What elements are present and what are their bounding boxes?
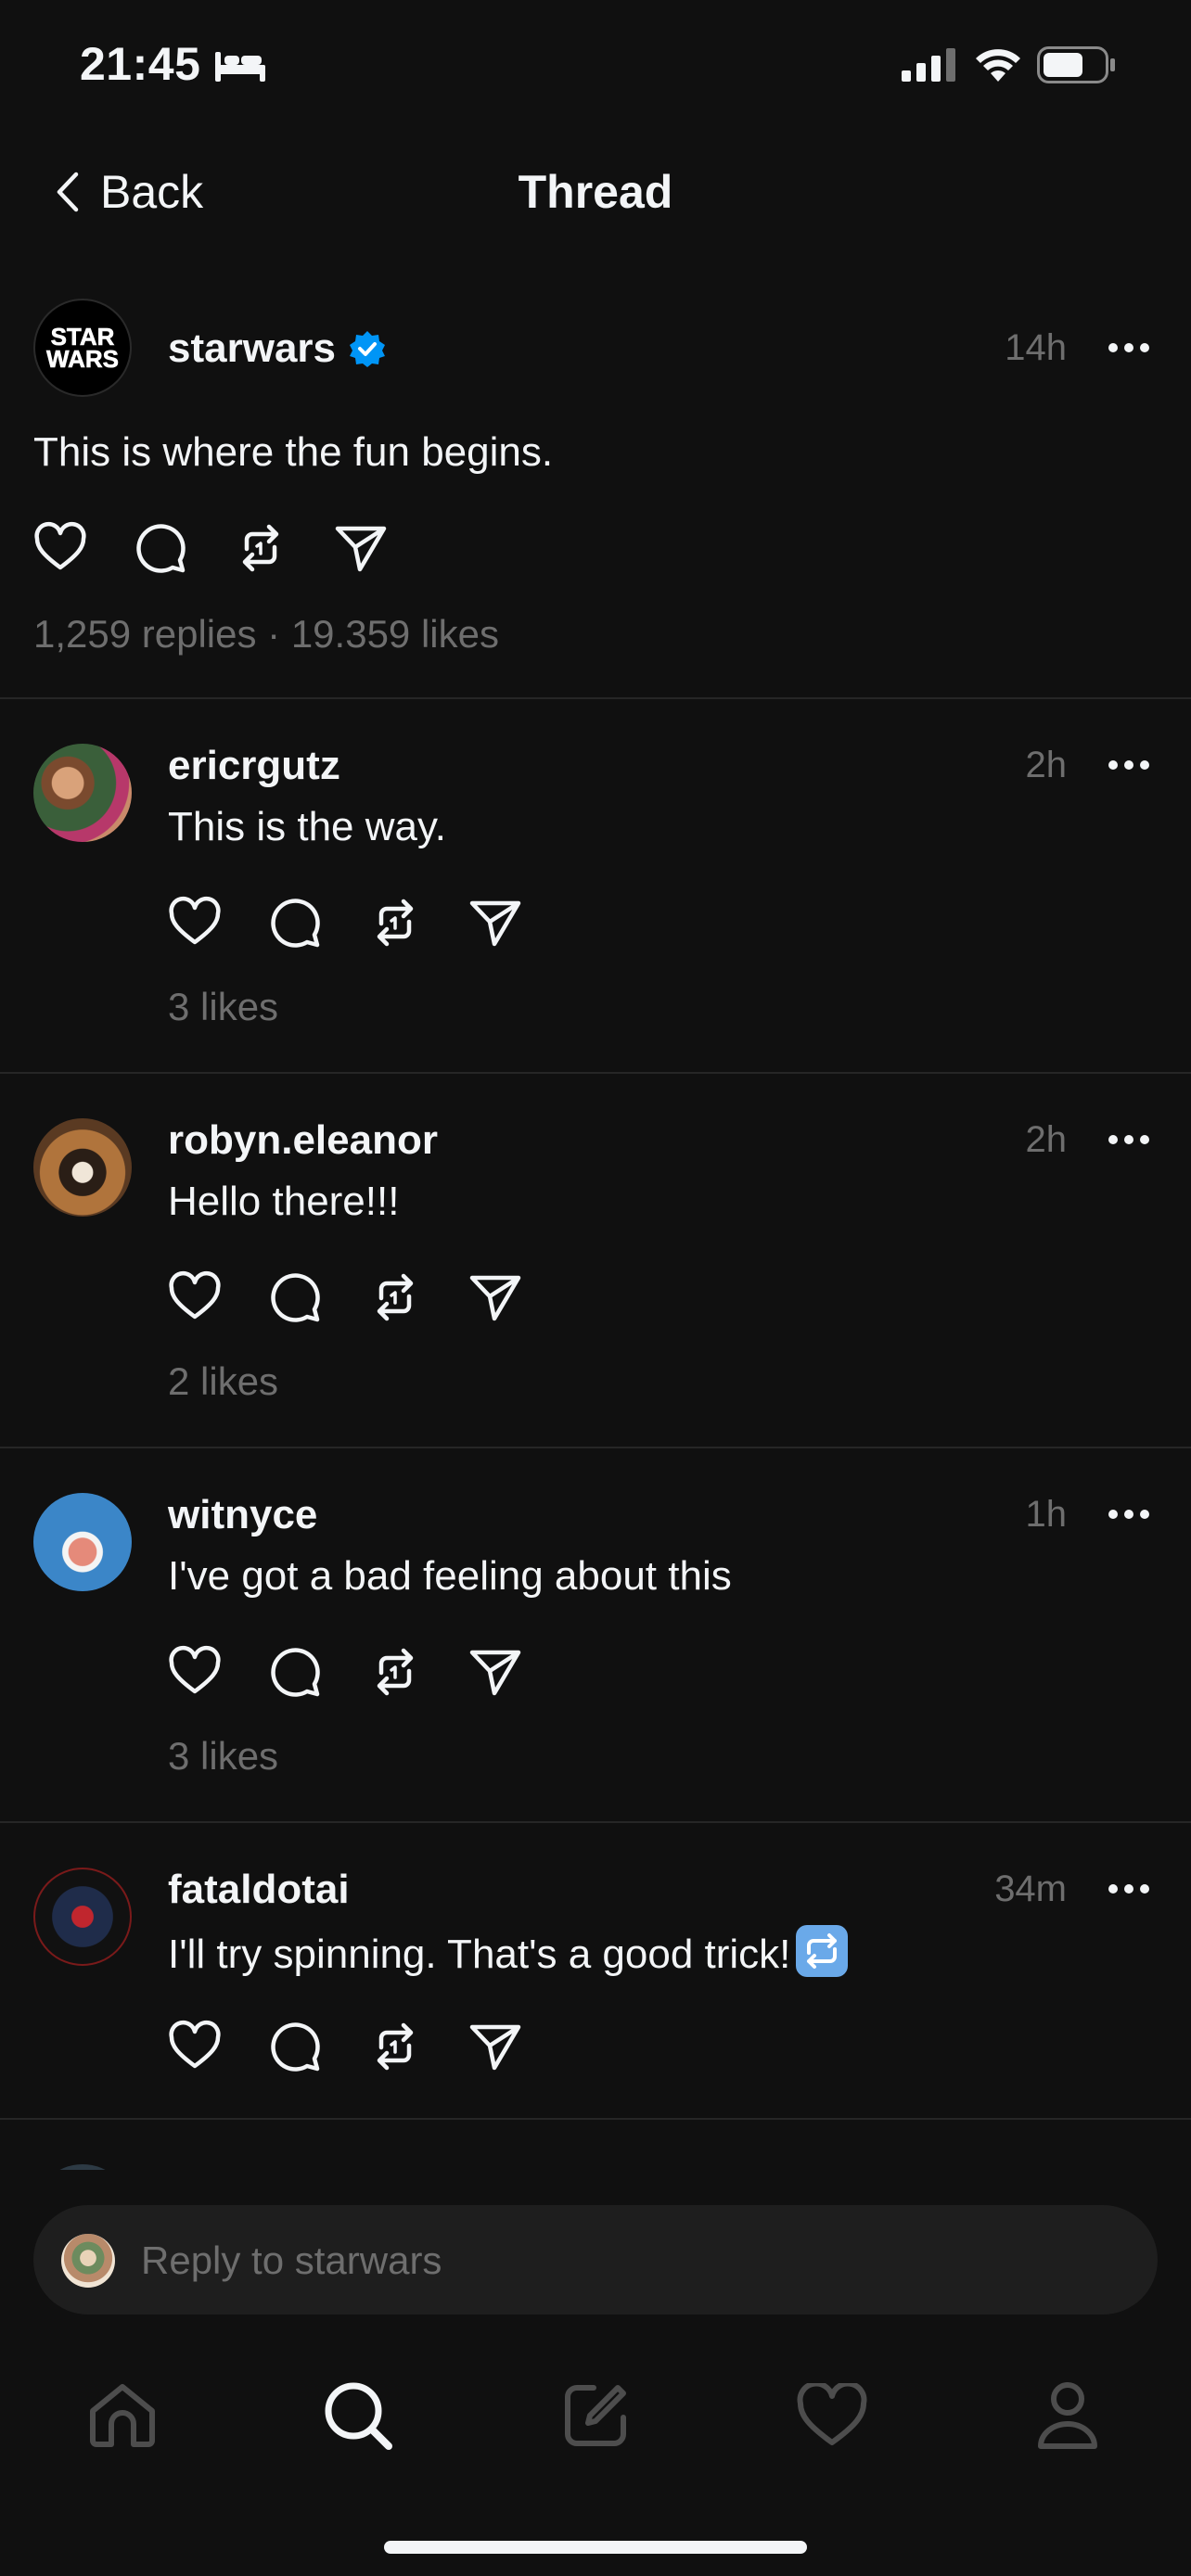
username[interactable]: starwars [168, 325, 336, 373]
likes-count[interactable]: 2 likes [168, 1358, 278, 1406]
avatar[interactable]: STAR WARS [33, 299, 132, 397]
more-options-button[interactable] [1108, 1505, 1151, 1524]
likes-count[interactable]: 3 likes [168, 983, 278, 1031]
share-icon[interactable] [468, 1645, 522, 1699]
comment-icon[interactable] [134, 521, 187, 575]
tab-search[interactable] [316, 2374, 400, 2457]
avatar[interactable] [33, 744, 132, 842]
repeat-emoji-icon [796, 1925, 849, 1977]
next-reply-peek [0, 2120, 1191, 2174]
action-row [168, 896, 522, 950]
post-text: This is where the fun begins. [33, 429, 554, 475]
reply-input[interactable] [139, 2232, 1117, 2289]
tab-activity[interactable] [790, 2374, 874, 2457]
original-post: STAR WARS starwars 14h This is where the… [0, 278, 1191, 699]
repost-icon[interactable] [368, 1270, 422, 1324]
reply-post: witnyce 1h I've got a bad feeling about … [0, 1448, 1191, 1823]
repost-icon[interactable] [368, 896, 422, 950]
share-icon[interactable] [468, 2020, 522, 2073]
action-row [168, 2020, 522, 2073]
post-stats[interactable]: 1,259 replies · 19.359 likes [33, 610, 499, 658]
username[interactable]: fataldotai [168, 1866, 350, 1914]
bed-icon [215, 52, 265, 82]
action-row [168, 1645, 522, 1699]
avatar [61, 2234, 115, 2288]
more-options-button[interactable] [1108, 756, 1151, 774]
star-wars-logo: STAR WARS [46, 323, 120, 374]
post-time: 1h [1025, 1494, 1068, 1535]
cellular-signal-icon [902, 48, 955, 82]
heart-icon[interactable] [168, 2020, 222, 2073]
nav-bar: Back Thread [0, 139, 1191, 246]
heart-icon[interactable] [168, 1645, 222, 1699]
post-text: I've got a bad feeling about this [168, 1553, 732, 1599]
tab-profile[interactable] [1026, 2374, 1109, 2457]
username[interactable]: robyn.eleanor [168, 1116, 438, 1165]
comment-icon[interactable] [268, 2020, 322, 2073]
profile-icon [1038, 2382, 1097, 2449]
share-icon[interactable] [334, 521, 388, 575]
more-options-button[interactable] [1108, 338, 1151, 357]
action-row [33, 521, 388, 575]
wifi-icon [976, 49, 1020, 82]
share-icon[interactable] [468, 896, 522, 950]
likes-count[interactable]: 3 likes [168, 1732, 278, 1780]
reply-composer[interactable] [33, 2205, 1158, 2315]
more-options-button[interactable] [1108, 1130, 1151, 1149]
list-bottom-edge [0, 2170, 1191, 2174]
post-time: 34m [994, 1868, 1067, 1909]
share-icon[interactable] [468, 1270, 522, 1324]
repost-icon[interactable] [368, 2020, 422, 2073]
post-time: 2h [1025, 745, 1068, 785]
post-text: I'll try spinning. That's a good trick! [168, 1925, 849, 1981]
compose-icon [565, 2385, 626, 2446]
repost-icon[interactable] [368, 1645, 422, 1699]
post-text-content: I'll try spinning. That's a good trick! [168, 1932, 791, 1977]
comment-icon[interactable] [268, 1645, 322, 1699]
battery-icon [1037, 46, 1115, 83]
comment-icon[interactable] [268, 896, 322, 950]
post-time: 2h [1025, 1119, 1068, 1160]
post-text: Hello there!!! [168, 1179, 400, 1224]
search-icon [325, 2382, 392, 2450]
verified-badge-icon [350, 331, 385, 367]
reply-post: ericrgutz 2h This is the way. 3 likes [0, 699, 1191, 1074]
tab-bar [0, 2355, 1191, 2485]
heart-icon[interactable] [33, 521, 87, 575]
heart-icon [797, 2383, 867, 2445]
avatar[interactable] [33, 1868, 132, 1966]
post-time: 14h [1005, 327, 1067, 368]
svg-text:WARS: WARS [46, 345, 119, 373]
heart-icon[interactable] [168, 896, 222, 950]
heart-icon[interactable] [168, 1270, 222, 1324]
comment-icon[interactable] [268, 1270, 322, 1324]
action-row [168, 1270, 522, 1324]
reply-post: robyn.eleanor 2h Hello there!!! 2 likes [0, 1074, 1191, 1448]
more-options-button[interactable] [1108, 1880, 1151, 1898]
status-bar: 21:45 [0, 0, 1191, 139]
home-indicator[interactable] [384, 2541, 807, 2554]
home-icon [90, 2384, 155, 2447]
status-time: 21:45 [80, 38, 201, 90]
avatar[interactable] [33, 1118, 132, 1217]
tab-compose[interactable] [554, 2374, 637, 2457]
post-text: This is the way. [168, 804, 446, 849]
username[interactable]: ericrgutz [168, 742, 340, 790]
avatar[interactable] [33, 1493, 132, 1591]
reply-post: fataldotai 34m I'll try spinning. That's… [0, 1823, 1191, 2120]
page-title: Thread [518, 166, 673, 218]
repost-icon[interactable] [234, 521, 288, 575]
username[interactable]: witnyce [168, 1491, 317, 1539]
tab-home[interactable] [81, 2374, 164, 2457]
